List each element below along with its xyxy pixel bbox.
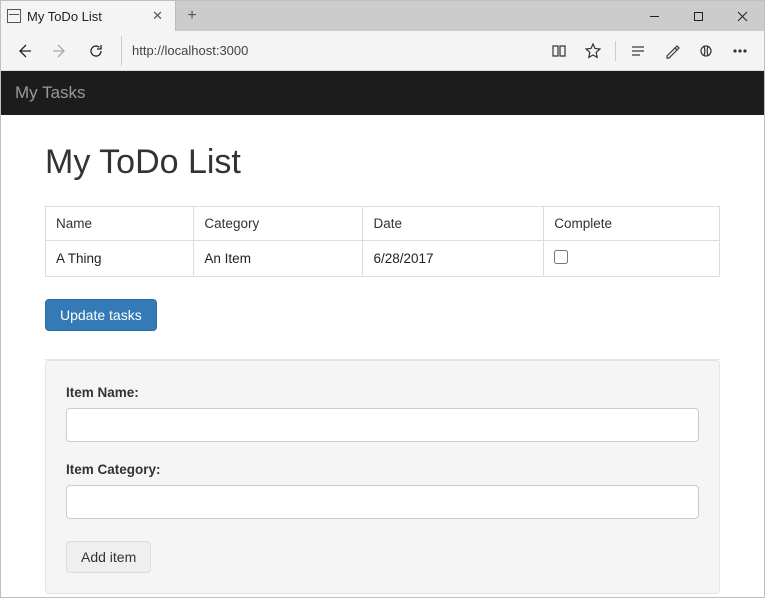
browser-tab[interactable]: My ToDo List ✕ [1, 1, 176, 31]
page-title: My ToDo List [45, 143, 720, 182]
col-name: Name [46, 207, 194, 241]
col-category: Category [194, 207, 363, 241]
page-viewport: My Tasks My ToDo List Name Category Date… [1, 71, 764, 597]
reading-view-icon[interactable] [543, 36, 575, 66]
item-category-input[interactable] [66, 485, 699, 519]
hub-icon[interactable] [622, 36, 654, 66]
update-tasks-button[interactable]: Update tasks [45, 299, 157, 331]
close-window-button[interactable] [720, 1, 764, 31]
toolbar-separator [615, 41, 616, 61]
col-complete: Complete [544, 207, 720, 241]
item-name-label: Item Name: [66, 385, 699, 400]
add-item-form: Item Name: Item Category: Add item [45, 360, 720, 594]
col-date: Date [363, 207, 544, 241]
add-item-button[interactable]: Add item [66, 541, 151, 573]
tasks-table: Name Category Date Complete A ThingAn It… [45, 206, 720, 277]
cell-complete [544, 241, 720, 277]
notes-icon[interactable] [656, 36, 688, 66]
cell-category: An Item [194, 241, 363, 277]
navbar-brand[interactable]: My Tasks [1, 71, 764, 115]
table-header-row: Name Category Date Complete [46, 207, 720, 241]
new-tab-button[interactable]: + [176, 1, 208, 31]
window-title-bar: My ToDo List ✕ + [1, 1, 764, 31]
close-tab-icon[interactable]: ✕ [148, 8, 167, 24]
table-row: A ThingAn Item6/28/2017 [46, 241, 720, 277]
page-icon [7, 9, 21, 23]
item-category-label: Item Category: [66, 462, 699, 477]
url-text: http://localhost:3000 [132, 43, 248, 58]
cell-name: A Thing [46, 241, 194, 277]
share-icon[interactable] [690, 36, 722, 66]
address-bar[interactable]: http://localhost:3000 [121, 36, 537, 66]
refresh-button[interactable] [81, 36, 111, 66]
more-icon[interactable] [724, 36, 756, 66]
cell-date: 6/28/2017 [363, 241, 544, 277]
minimize-button[interactable] [632, 1, 676, 31]
back-button[interactable] [9, 36, 39, 66]
favorite-icon[interactable] [577, 36, 609, 66]
maximize-button[interactable] [676, 1, 720, 31]
complete-checkbox[interactable] [554, 250, 568, 264]
tab-title: My ToDo List [27, 9, 102, 24]
browser-toolbar: http://localhost:3000 [1, 31, 764, 71]
forward-button[interactable] [45, 36, 75, 66]
item-name-input[interactable] [66, 408, 699, 442]
